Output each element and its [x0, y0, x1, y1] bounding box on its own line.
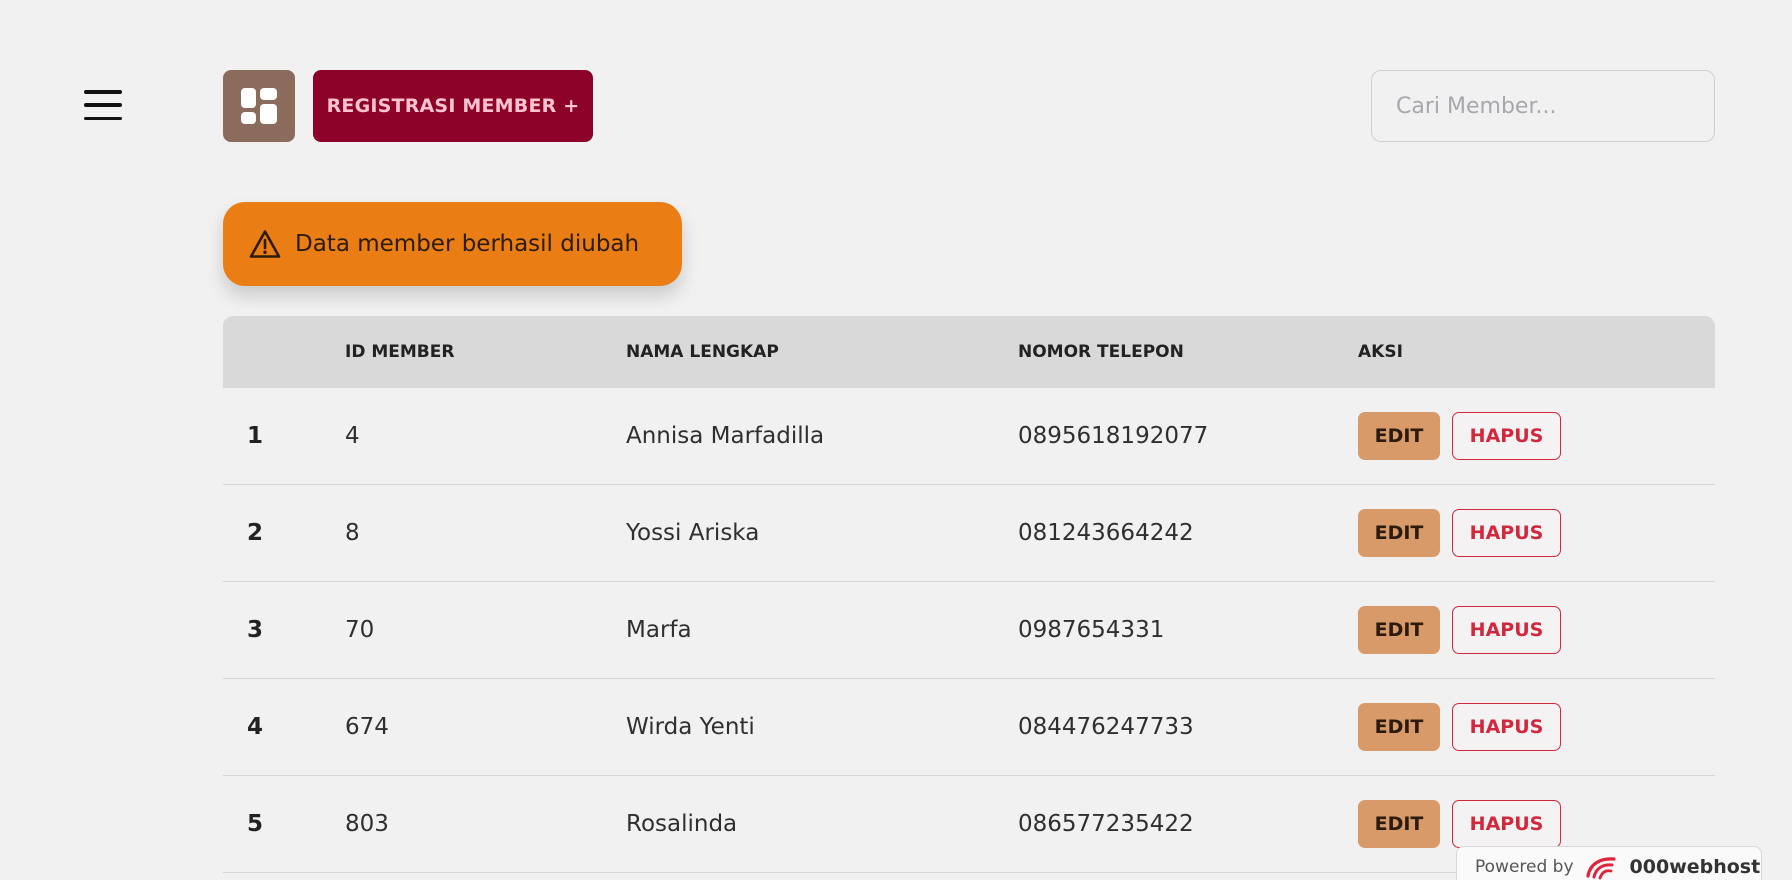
member-name: Annisa Marfadilla [626, 423, 825, 449]
table-row: 1 4 Annisa Marfadilla 0895618192077 EDIT… [223, 388, 1715, 485]
success-alert: Data member berhasil diubah [223, 202, 682, 286]
member-name: Yossi Ariska [626, 520, 760, 546]
member-phone: 0987654331 [1018, 617, 1165, 643]
row-number: 5 [247, 811, 264, 837]
edit-button[interactable]: EDIT [1358, 412, 1440, 460]
edit-button[interactable]: EDIT [1358, 509, 1440, 557]
member-name: Rosalinda [626, 811, 738, 837]
member-id: 803 [345, 811, 389, 837]
edit-button[interactable]: EDIT [1358, 606, 1440, 654]
edit-button[interactable]: EDIT [1358, 800, 1440, 848]
delete-button[interactable]: HAPUS [1452, 606, 1561, 654]
member-name: Wirda Yenti [626, 714, 755, 740]
edit-button[interactable]: EDIT [1358, 703, 1440, 751]
column-header-id: ID MEMBER [345, 342, 455, 362]
row-number: 3 [247, 617, 264, 643]
dashboard-button[interactable] [223, 70, 295, 142]
table-row: 3 70 Marfa 0987654331 EDIT HAPUS [223, 582, 1715, 679]
table-row: 2 8 Yossi Ariska 081243664242 EDIT HAPUS [223, 485, 1715, 582]
delete-button[interactable]: HAPUS [1452, 703, 1561, 751]
member-id: 4 [345, 423, 360, 449]
row-number: 2 [247, 520, 264, 546]
row-actions: EDIT HAPUS [1358, 703, 1561, 751]
delete-button[interactable]: HAPUS [1452, 800, 1561, 848]
delete-button[interactable]: HAPUS [1452, 412, 1561, 460]
row-actions: EDIT HAPUS [1358, 800, 1561, 848]
row-actions: EDIT HAPUS [1358, 412, 1561, 460]
member-phone: 0895618192077 [1018, 423, 1209, 449]
member-name: Marfa [626, 617, 692, 643]
column-header-name: NAMA LENGKAP [626, 342, 779, 362]
row-actions: EDIT HAPUS [1358, 509, 1561, 557]
warning-triangle-icon [249, 230, 281, 258]
member-phone: 084476247733 [1018, 714, 1194, 740]
row-number: 4 [247, 714, 264, 740]
powered-by-badge[interactable]: Powered by 000webhost [1456, 846, 1762, 880]
table-header: ID MEMBER NAMA LENGKAP NOMOR TELEPON AKS… [223, 316, 1715, 388]
menu-line [84, 90, 122, 94]
column-header-actions: AKSI [1358, 342, 1403, 362]
menu-line [84, 103, 122, 107]
powered-by-label: Powered by [1475, 856, 1574, 877]
member-id: 674 [345, 714, 389, 740]
host-name: 000webhost [1629, 855, 1761, 878]
table-row: 4 674 Wirda Yenti 084476247733 EDIT HAPU… [223, 679, 1715, 776]
member-phone: 086577235422 [1018, 811, 1194, 837]
member-phone: 081243664242 [1018, 520, 1194, 546]
member-table: ID MEMBER NAMA LENGKAP NOMOR TELEPON AKS… [223, 316, 1715, 873]
dashboard-grid-icon [241, 88, 277, 124]
column-header-phone: NOMOR TELEPON [1018, 342, 1184, 362]
search-member-input[interactable] [1371, 70, 1715, 142]
alert-message: Data member berhasil diubah [295, 231, 640, 257]
menu-line [84, 116, 122, 120]
hamburger-menu-icon[interactable] [84, 90, 122, 120]
row-actions: EDIT HAPUS [1358, 606, 1561, 654]
member-id: 70 [345, 617, 375, 643]
member-id: 8 [345, 520, 360, 546]
page: REGISTRASI MEMBER + Data member berhasil… [0, 0, 1792, 880]
000webhost-logo-icon [1585, 856, 1616, 879]
register-member-button[interactable]: REGISTRASI MEMBER + [313, 70, 593, 142]
row-number: 1 [247, 423, 264, 449]
delete-button[interactable]: HAPUS [1452, 509, 1561, 557]
